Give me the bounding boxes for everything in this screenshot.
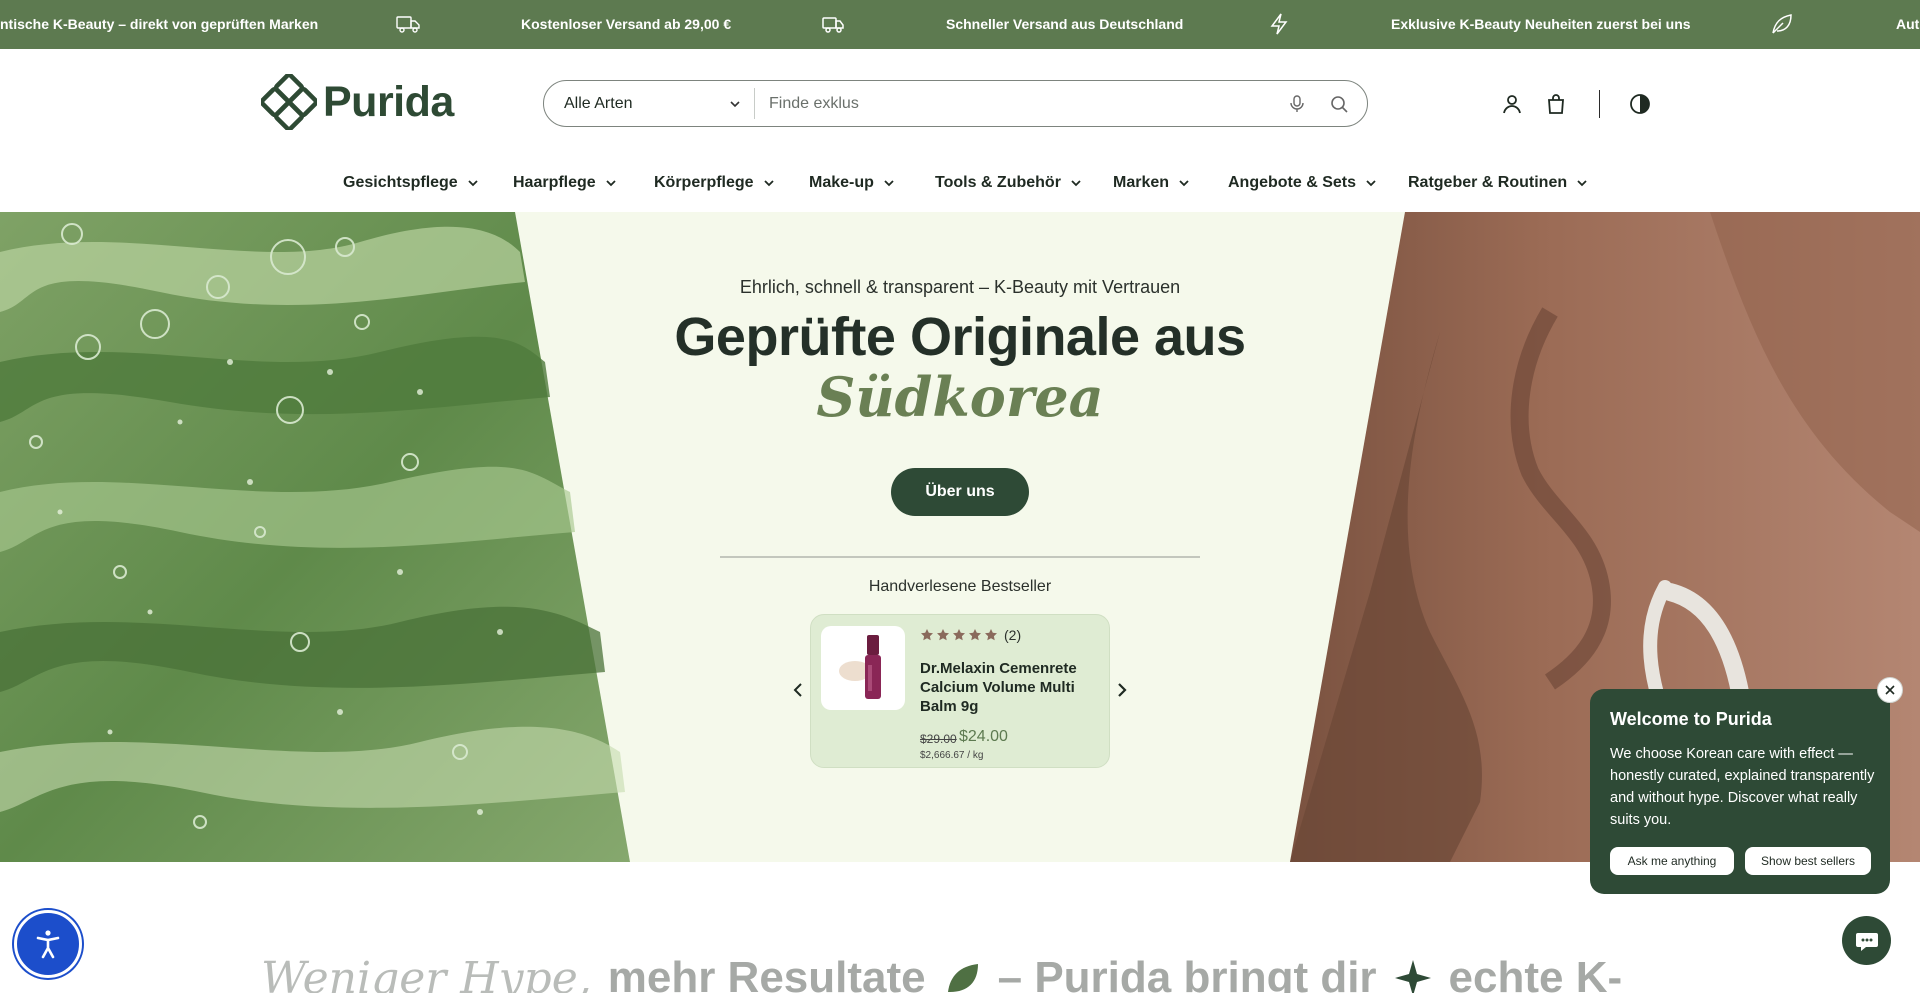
site-header: Purida Alle Arten Gesichtspflege Haarpfl… <box>0 49 1920 212</box>
nav-label: Make-up <box>809 174 874 191</box>
popup-title: Welcome to Purida <box>1610 709 1772 729</box>
price-old: $29.00 <box>920 732 957 746</box>
announcement-text-fast: Schneller Versand aus Deutschland <box>946 16 1184 32</box>
chevron-down-icon <box>468 180 478 187</box>
hero-title: Geprüfte Originale aus <box>674 307 1246 367</box>
sparkle-icon <box>1394 960 1431 993</box>
nav-item-haarpflege[interactable]: Haarpflege <box>513 163 618 203</box>
accessibility-button[interactable] <box>14 910 82 978</box>
chat-icon <box>1855 932 1878 951</box>
nav-item-tools[interactable]: Tools & Zubehör <box>935 163 1083 203</box>
leaf-icon <box>947 964 978 992</box>
hero-title-accent: Südkorea <box>816 365 1104 429</box>
price-new: $24.00 <box>959 728 1008 745</box>
account-button[interactable] <box>1499 91 1525 117</box>
search-input[interactable] <box>755 81 1283 126</box>
show-best-sellers-button[interactable]: Show best sellers <box>1745 847 1871 875</box>
nav-label: Marken <box>1113 174 1170 191</box>
nav-label: Angebote & Sets <box>1228 174 1357 191</box>
announcement-text-authentic: ntische K-Beauty – direkt von geprüften … <box>0 16 319 32</box>
chevron-down-icon <box>730 100 740 107</box>
carousel-prev-button[interactable] <box>786 678 810 702</box>
main-nav: Gesichtspflege Haarpflege Körperpflege M… <box>0 163 1920 203</box>
star-icon <box>969 629 981 641</box>
voice-search-button[interactable] <box>1283 90 1311 118</box>
chevron-down-icon <box>1071 180 1081 187</box>
announcement-text-auth: Auth <box>1896 16 1920 32</box>
account-icon <box>1503 95 1521 114</box>
nav-label: Körperpflege <box>654 174 754 191</box>
nav-label: Haarpflege <box>513 174 596 191</box>
nav-label: Tools & Zubehör <box>935 174 1061 191</box>
nav-item-angebote[interactable]: Angebote & Sets <box>1228 163 1378 203</box>
headline-text-1: mehr Resultate <box>607 953 926 993</box>
microphone-icon <box>1290 94 1304 112</box>
hero-kicker: Ehrlich, schnell & transparent – K-Beaut… <box>739 277 1181 297</box>
lightning-icon <box>1266 12 1292 36</box>
logo-mark-icon <box>261 74 317 130</box>
headline-italic: Weniger Hype, <box>261 952 592 993</box>
ask-me-anything-button[interactable]: Ask me anything <box>1610 847 1734 875</box>
search-bar: Alle Arten <box>543 80 1368 127</box>
leaf-icon <box>1769 12 1795 36</box>
cart-button[interactable] <box>1543 91 1569 117</box>
search-category-select[interactable]: Alle Arten <box>544 88 755 119</box>
chevron-right-icon <box>1118 683 1127 697</box>
nav-item-ratgeber[interactable]: Ratgeber & Routinen <box>1408 163 1589 203</box>
free-shipping-truck-icon <box>395 12 421 36</box>
headline-text-3: echte K- <box>1448 953 1623 993</box>
product-name[interactable]: Dr.Melaxin Cemenrete Calcium Volume Mult… <box>920 659 1100 716</box>
theme-toggle-icon <box>1630 94 1650 114</box>
chat-button[interactable] <box>1842 916 1891 965</box>
announcement-bar: ntische K-Beauty – direkt von geprüften … <box>0 0 1920 49</box>
header-divider <box>1599 90 1600 118</box>
bestseller-label: Handverlesene Bestseller <box>868 578 1052 595</box>
announcement-text-shipping: Kostenloser Versand ab 29,00 € <box>521 16 732 32</box>
chevron-down-icon <box>1577 180 1587 187</box>
carousel-next-button[interactable] <box>1110 678 1134 702</box>
nav-label: Ratgeber & Routinen <box>1408 174 1568 191</box>
chevron-left-icon <box>793 683 802 697</box>
theme-toggle-button[interactable] <box>1627 91 1653 117</box>
close-icon <box>1885 685 1895 695</box>
search-button[interactable] <box>1325 90 1353 118</box>
nav-item-koerperpflege[interactable]: Körperpflege <box>654 163 776 203</box>
intro-headline: Weniger Hype, mehr Resultate – Purida br… <box>261 948 1661 993</box>
star-icon <box>985 629 997 641</box>
chevron-down-icon <box>1366 180 1376 187</box>
nav-item-make-up[interactable]: Make-up <box>809 163 896 203</box>
cart-icon <box>1548 94 1564 114</box>
fast-truck-icon <box>820 12 846 36</box>
product-card[interactable]: (2) Dr.Melaxin Cemenrete Calcium Volume … <box>810 614 1110 768</box>
announcement-text-exclusive: Exklusive K-Beauty Neuheiten zuerst bei … <box>1391 16 1691 32</box>
star-icon <box>937 629 949 641</box>
hero-divider <box>720 556 1200 558</box>
logo[interactable]: Purida <box>261 74 454 130</box>
popup-body: We choose Korean care with effect — hone… <box>1610 746 1875 828</box>
price-per-unit: $2,666.67 / kg <box>920 750 984 761</box>
welcome-popup: Welcome to Purida We choose Korean care … <box>1590 689 1890 894</box>
nav-item-gesichtspflege[interactable]: Gesichtspflege <box>343 163 480 203</box>
product-image <box>821 626 905 710</box>
accessibility-icon <box>36 930 60 959</box>
star-icon <box>921 629 933 641</box>
rating-count: (2) <box>1004 627 1022 643</box>
star-icon <box>953 629 965 641</box>
logo-text: Purida <box>323 77 454 126</box>
search-icon <box>1331 95 1348 113</box>
chevron-down-icon <box>763 180 774 187</box>
search-category-label: Alle Arten <box>564 94 633 112</box>
hero-content: Ehrlich, schnell & transparent – K-Beaut… <box>520 212 1400 862</box>
chevron-down-icon <box>884 180 894 187</box>
nav-item-marken[interactable]: Marken <box>1113 163 1191 203</box>
nav-label: Gesichtspflege <box>343 174 458 191</box>
headline-text-2: – Purida bringt dir <box>997 953 1377 993</box>
chevron-down-icon <box>606 180 616 187</box>
popup-close-button[interactable] <box>1877 677 1903 703</box>
product-rating: (2) <box>920 627 1021 643</box>
chevron-down-icon <box>1179 180 1189 187</box>
about-us-button[interactable]: Über uns <box>891 468 1029 516</box>
product-tube-icon <box>839 635 881 699</box>
